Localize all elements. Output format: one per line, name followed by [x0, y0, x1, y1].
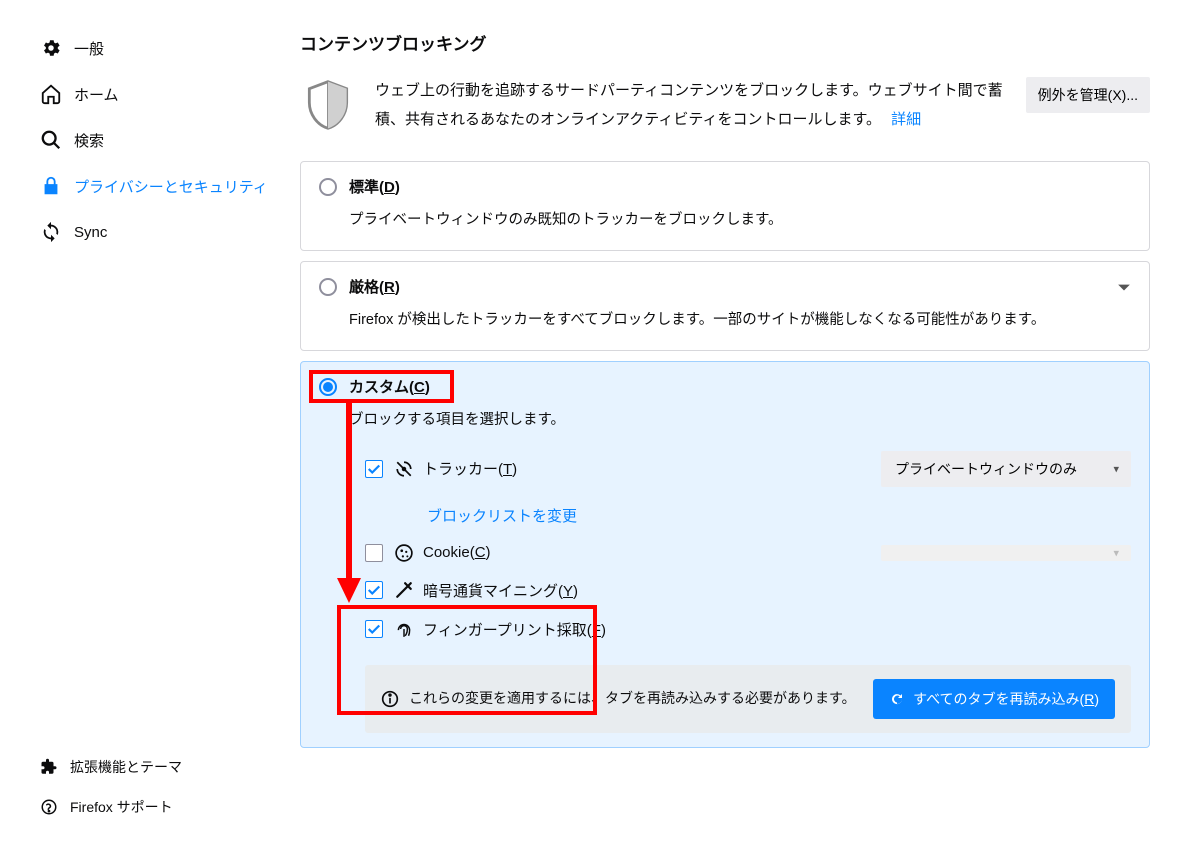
- annotation-arrow: [337, 403, 367, 603]
- mode-title: カスタム(C): [349, 376, 430, 397]
- help-icon: [40, 798, 58, 816]
- option-label: 暗号通貨マイニング(Y): [423, 580, 578, 601]
- sidebar-item-support[interactable]: Firefox サポート: [40, 787, 270, 827]
- puzzle-icon: [40, 758, 58, 776]
- option-label: トラッカー(T): [423, 458, 517, 479]
- shield-icon: [300, 77, 360, 136]
- option-label: フィンガープリント採取(F): [423, 619, 606, 640]
- lock-icon: [40, 175, 62, 197]
- learn-more-link[interactable]: 詳細: [891, 111, 921, 128]
- main-content: コンテンツブロッキング ウェブ上の行動を追跡するサードパーティコンテンツをブロッ…: [270, 0, 1200, 847]
- checkbox-cryptominers[interactable]: [365, 581, 383, 599]
- info-icon: [381, 690, 399, 708]
- mode-desc: ブロックする項目を選択します。: [349, 409, 1131, 432]
- mode-title: 厳格(R): [349, 276, 400, 297]
- mode-title: 標準(D): [349, 176, 400, 197]
- option-fingerprinters: フィンガープリント採取(F): [365, 619, 1131, 640]
- sync-icon: [40, 221, 62, 243]
- search-icon: [40, 129, 62, 151]
- mode-panel-standard[interactable]: 標準(D) プライベートウィンドウのみ既知のトラッカーをブロックします。: [300, 161, 1150, 251]
- sidebar-label: 検索: [74, 130, 104, 151]
- radio-standard[interactable]: [319, 178, 337, 196]
- sidebar-label: 一般: [74, 38, 104, 59]
- sidebar-label: Sync: [74, 224, 107, 241]
- home-icon: [40, 83, 62, 105]
- mode-desc: プライベートウィンドウのみ既知のトラッカーをブロックします。: [349, 209, 1131, 232]
- checkbox-fingerprinters[interactable]: [365, 620, 383, 638]
- intro-row: ウェブ上の行動を追跡するサードパーティコンテンツをブロックします。ウェブサイト間…: [300, 77, 1150, 136]
- intro-text: ウェブ上の行動を追跡するサードパーティコンテンツをブロックします。ウェブサイト間…: [375, 77, 1006, 134]
- change-blocklist-row: ブロックリストを変更: [427, 505, 1131, 526]
- option-cookies: Cookie(C): [365, 544, 1131, 562]
- cookie-icon: [395, 544, 413, 562]
- option-trackers: トラッカー(T) プライベートウィンドウのみ: [365, 451, 1131, 487]
- reload-message: これらの変更を適用するには、タブを再読み込みする必要があります。: [409, 687, 856, 709]
- sidebar-item-sync[interactable]: Sync: [40, 209, 270, 255]
- sidebar-label: ホーム: [74, 84, 119, 105]
- section-title: コンテンツブロッキング: [300, 30, 1150, 55]
- sidebar-label: 拡張機能とテーマ: [70, 757, 182, 777]
- mode-panel-custom: カスタム(C) ブロックする項目を選択します。 トラッカー(T) プライベートウ…: [300, 361, 1150, 747]
- settings-sidebar: 一般 ホーム 検索 プライバシーとセキュリティ Sync: [0, 0, 270, 847]
- chevron-down-icon[interactable]: [1117, 280, 1131, 294]
- cookies-select: [881, 545, 1131, 561]
- mode-panel-strict[interactable]: 厳格(R) Firefox が検出したトラッカーをすべてブロックします。一部のサ…: [300, 261, 1150, 351]
- trackers-select[interactable]: プライベートウィンドウのみ: [881, 451, 1131, 487]
- checkbox-trackers[interactable]: [365, 460, 383, 478]
- fingerprint-icon: [395, 620, 413, 638]
- mode-desc: Firefox が検出したトラッカーをすべてブロックします。一部のサイトが機能し…: [349, 309, 1131, 332]
- cryptominer-icon: [395, 581, 413, 599]
- tracker-icon: [395, 460, 413, 478]
- radio-strict[interactable]: [319, 278, 337, 296]
- option-label: Cookie(C): [423, 544, 491, 561]
- sidebar-label: プライバシーとセキュリティ: [74, 176, 268, 197]
- reload-all-tabs-button[interactable]: すべてのタブを再読み込み(R): [873, 679, 1115, 719]
- sidebar-label: Firefox サポート: [70, 797, 173, 817]
- checkbox-cookies[interactable]: [365, 544, 383, 562]
- radio-custom[interactable]: [319, 378, 337, 396]
- change-blocklist-link[interactable]: ブロックリストを変更: [427, 508, 577, 525]
- manage-exceptions-button[interactable]: 例外を管理(X)...: [1026, 77, 1150, 113]
- sidebar-item-search[interactable]: 検索: [40, 117, 270, 163]
- reload-notice: これらの変更を適用するには、タブを再読み込みする必要があります。 すべてのタブを…: [365, 665, 1131, 733]
- gear-icon: [40, 37, 62, 59]
- option-cryptominers: 暗号通貨マイニング(Y): [365, 580, 1131, 601]
- sidebar-item-privacy[interactable]: プライバシーとセキュリティ: [40, 163, 270, 209]
- sidebar-item-general[interactable]: 一般: [40, 25, 270, 71]
- sidebar-item-extensions[interactable]: 拡張機能とテーマ: [40, 747, 270, 787]
- sidebar-item-home[interactable]: ホーム: [40, 71, 270, 117]
